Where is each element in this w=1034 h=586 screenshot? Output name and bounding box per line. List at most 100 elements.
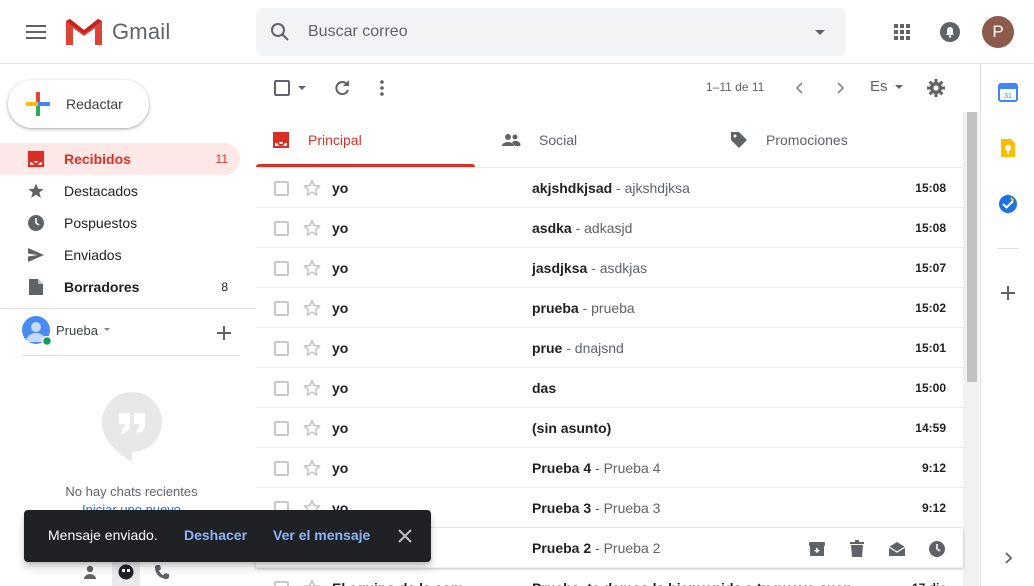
- phone-icon: [155, 565, 169, 579]
- email-subject: das: [532, 380, 557, 396]
- row-checkbox[interactable]: [274, 341, 289, 356]
- sidebar-item-drafts[interactable]: Borradores 8: [0, 271, 240, 303]
- online-status-icon: [42, 336, 52, 346]
- bell-icon: [940, 22, 960, 42]
- hangouts-quote-icon: [118, 564, 134, 580]
- snooze-button[interactable]: [927, 539, 947, 559]
- calendar-button[interactable]: 31: [998, 82, 1018, 102]
- email-subject-line: prueba - prueba: [532, 300, 635, 316]
- tab-label: Promociones: [766, 132, 848, 148]
- star-toggle[interactable]: [302, 458, 322, 478]
- sidebar-item-snoozed[interactable]: Pospuestos: [0, 207, 240, 239]
- more-vert-icon: [380, 80, 384, 96]
- more-options-button[interactable]: [372, 78, 392, 98]
- search-input[interactable]: [308, 8, 788, 56]
- select-all-checkbox[interactable]: [274, 80, 290, 96]
- input-tools-button[interactable]: Es: [870, 78, 904, 95]
- sidebar-item-starred[interactable]: Destacados: [0, 175, 240, 207]
- search-options-button[interactable]: [810, 22, 830, 42]
- tab-promociones[interactable]: Promociones: [730, 112, 848, 168]
- row-checkbox[interactable]: [274, 421, 289, 436]
- email-subject: Prueba 3: [532, 500, 592, 516]
- email-row[interactable]: yo prue - dnajsnd 15:01: [256, 328, 963, 368]
- email-subject: Prueba 2: [532, 540, 592, 556]
- compose-button[interactable]: Redactar: [8, 80, 149, 128]
- row-checkbox[interactable]: [274, 301, 289, 316]
- email-sender: yo: [332, 380, 349, 396]
- email-time: 15:00: [915, 381, 946, 395]
- new-chat-button[interactable]: [214, 323, 234, 343]
- email-snippet: - dnajsnd: [562, 340, 624, 356]
- email-row[interactable]: yo Prueba 4 - Prueba 4 9:12: [256, 448, 963, 488]
- gmail-logo[interactable]: Gmail: [64, 16, 170, 48]
- notifications-button[interactable]: [934, 16, 966, 48]
- row-hover-actions: [787, 539, 947, 559]
- star-toggle[interactable]: [302, 378, 322, 398]
- undo-button[interactable]: Deshacer: [184, 527, 247, 543]
- close-snackbar-button[interactable]: [396, 527, 414, 545]
- chevron-left-icon: [795, 82, 803, 94]
- item-count: 8: [221, 280, 228, 294]
- email-sender: yo: [332, 180, 349, 196]
- view-message-button[interactable]: Ver el mensaje: [273, 527, 370, 543]
- email-time: 15:08: [915, 221, 946, 235]
- keep-button[interactable]: [998, 138, 1018, 158]
- refresh-button[interactable]: [332, 78, 352, 98]
- star-toggle[interactable]: [302, 418, 322, 438]
- email-subject-line: (sin asunto): [532, 420, 611, 436]
- row-checkbox[interactable]: [274, 581, 289, 586]
- main-menu-button[interactable]: [16, 12, 56, 52]
- email-subject-line: Prueba 2 - Prueba 2: [532, 540, 660, 556]
- contacts-button[interactable]: [76, 558, 104, 586]
- get-addons-button[interactable]: [998, 283, 1018, 303]
- side-panel: 31: [980, 64, 1034, 586]
- select-options-button[interactable]: [297, 85, 307, 91]
- email-row[interactable]: yo jasdjksa - asdkjas 15:07: [256, 248, 963, 288]
- mark-read-button[interactable]: [887, 539, 907, 559]
- email-row[interactable]: yo asdka - adkasjd 15:08: [256, 208, 963, 248]
- account-avatar[interactable]: P: [982, 16, 1014, 48]
- email-time: 15:08: [915, 181, 946, 195]
- email-sender: yo: [332, 300, 349, 316]
- star-toggle[interactable]: [302, 578, 322, 586]
- settings-button[interactable]: [926, 78, 946, 98]
- plus-colored-icon: [26, 92, 50, 116]
- sidebar-item-inbox[interactable]: Recibidos 11: [0, 143, 240, 175]
- tab-social[interactable]: Social: [501, 112, 577, 168]
- row-checkbox[interactable]: [274, 221, 289, 236]
- tasks-button[interactable]: [998, 194, 1018, 214]
- plus-icon: [217, 326, 231, 340]
- older-page-button[interactable]: [792, 80, 808, 96]
- phone-button[interactable]: [148, 558, 176, 586]
- star-toggle[interactable]: [302, 178, 322, 198]
- hangouts-user[interactable]: Prueba: [22, 316, 112, 346]
- email-row[interactable]: yo das 15:00: [256, 368, 963, 408]
- row-checkbox[interactable]: [274, 181, 289, 196]
- star-toggle[interactable]: [302, 258, 322, 278]
- email-time: 9:12: [921, 501, 946, 515]
- scrollbar-thumb[interactable]: [967, 112, 977, 382]
- newer-page-button[interactable]: [832, 80, 848, 96]
- email-row[interactable]: yo akjshdkjsad - ajkshdjksa 15:08: [256, 168, 963, 208]
- email-sender: yo: [332, 420, 349, 436]
- email-row[interactable]: yo prueba - prueba 15:02: [256, 288, 963, 328]
- apps-button[interactable]: [886, 16, 918, 48]
- email-row[interactable]: yo (sin asunto) 14:59: [256, 408, 963, 448]
- search-button[interactable]: [268, 20, 292, 44]
- email-sender: yo: [332, 220, 349, 236]
- email-row[interactable]: El equipo de la com. Prueba, te damos la …: [256, 568, 963, 586]
- star-outline-icon: [303, 299, 321, 316]
- expand-panel-button[interactable]: [998, 548, 1018, 568]
- row-checkbox[interactable]: [274, 461, 289, 476]
- archive-button[interactable]: [807, 539, 827, 559]
- row-checkbox[interactable]: [274, 381, 289, 396]
- star-toggle[interactable]: [302, 338, 322, 358]
- sidebar-item-sent[interactable]: Enviados: [0, 239, 240, 271]
- row-checkbox[interactable]: [274, 261, 289, 276]
- tab-principal[interactable]: Principal: [272, 112, 362, 168]
- keep-bulb-icon: [1001, 139, 1015, 157]
- delete-button[interactable]: [847, 539, 867, 559]
- star-toggle[interactable]: [302, 218, 322, 238]
- hangouts-tab-button[interactable]: [112, 558, 140, 586]
- star-toggle[interactable]: [302, 298, 322, 318]
